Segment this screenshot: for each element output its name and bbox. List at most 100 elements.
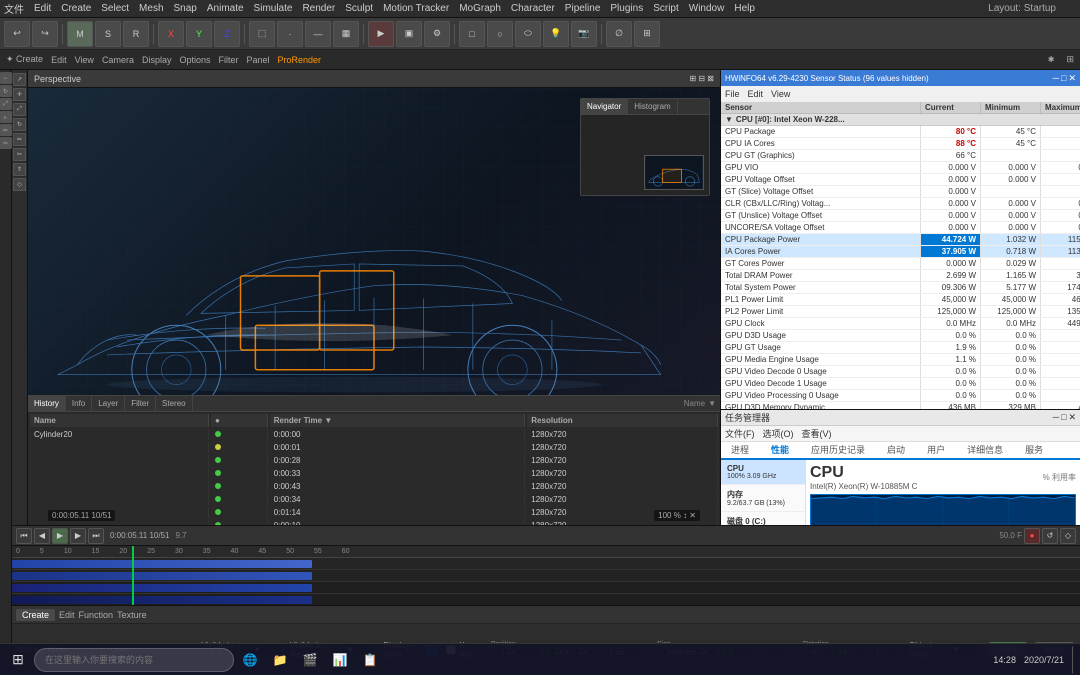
hwinfo-data-row[interactable]: GPU Video Decode 0 Usage 0.0 % 0.0 % 0.0… [721, 366, 1080, 378]
hwinfo-data-row[interactable]: CPU IA Cores 88 °C 45 °C 105 °C [721, 138, 1080, 150]
tm-memory-item[interactable]: 内存 9.2/63.7 GB (13%) [721, 485, 805, 512]
tool-scale[interactable]: ⤢ [13, 103, 26, 116]
hwinfo-data-row[interactable]: CPU Package Power 44.724 W 1.032 W 115.1… [721, 234, 1080, 246]
move-btn[interactable]: M [67, 21, 93, 47]
tm-tab-details[interactable]: 详细信息 [961, 441, 1009, 460]
history-row[interactable]: 0:01:14 1280x720 [30, 507, 718, 518]
null-btn[interactable]: ∅ [606, 21, 632, 47]
menu-mograph[interactable]: MoGraph [459, 3, 501, 14]
tool-paint[interactable]: ✏ [13, 133, 26, 146]
x-axis-btn[interactable]: X [158, 21, 184, 47]
cylinder-btn[interactable]: ⬭ [515, 21, 541, 47]
history-row[interactable]: 0:00:01 1280x720 [30, 442, 718, 453]
hwinfo-data-row[interactable]: GPU Clock 0.0 MHz 0.0 MHz 449.9 MHz [721, 318, 1080, 330]
tool-bevel[interactable]: ◇ [13, 178, 26, 191]
tm-minimize[interactable]: ─ [1053, 412, 1059, 423]
layer-tab[interactable]: Layer [92, 396, 125, 411]
render-region-btn[interactable]: ▣ [396, 21, 422, 47]
cube-btn[interactable]: □ [459, 21, 485, 47]
history-row[interactable]: 0:00:28 1280x720 [30, 455, 718, 466]
fullscreen-btn[interactable]: ⊞ [1066, 54, 1074, 65]
sphere-btn[interactable]: ○ [487, 21, 513, 47]
cpu-expand-icon[interactable]: ▼ [725, 115, 733, 124]
tm-menu-view[interactable]: 查看(V) [802, 427, 832, 440]
hwinfo-data-row[interactable]: CLR (CBx/LLC/Ring) Voltag... 0.000 V 0.0… [721, 198, 1080, 210]
hwinfo-data-row[interactable]: CPU Package 80 °C 45 °C 100 °C [721, 126, 1080, 138]
filter-tab[interactable]: Filter [125, 396, 156, 411]
scale-btn[interactable]: S [95, 21, 121, 47]
hwinfo-maximize[interactable]: □ [1061, 73, 1066, 84]
sidebar-rotate-icon[interactable]: ↻ [0, 85, 12, 97]
hwinfo-menu-edit[interactable]: Edit [748, 89, 764, 99]
hwinfo-data-row[interactable]: GPU D3D Usage 0.0 % 0.0 % 0.0 % [721, 330, 1080, 342]
sidebar-knife-icon[interactable]: ✂ [0, 137, 12, 149]
sidebar-scale-icon[interactable]: ⤢ [0, 98, 12, 110]
taskbar-search[interactable] [34, 648, 234, 672]
menu-simulate[interactable]: Simulate [254, 3, 293, 14]
taskbar-taskman-icon[interactable]: 📋 [356, 646, 384, 674]
hwinfo-data-row[interactable]: Total System Power 09.306 W 5.177 W 174.… [721, 282, 1080, 294]
create-tab[interactable]: Create [16, 609, 55, 621]
menu-script[interactable]: Script [653, 3, 679, 14]
menu-animate[interactable]: Animate [207, 3, 244, 14]
light-btn[interactable]: 💡 [543, 21, 569, 47]
sidebar-select-icon[interactable]: ▹ [0, 111, 12, 123]
render-settings-btn[interactable]: ⚙ [424, 21, 450, 47]
show-desktop-btn[interactable] [1072, 646, 1076, 674]
hwinfo-menu-view[interactable]: View [771, 89, 790, 99]
render-btn[interactable]: ▶ [368, 21, 394, 47]
select-btn[interactable]: ⬚ [249, 21, 275, 47]
play-back-btn[interactable]: ⏮ [16, 528, 32, 544]
tm-tab-processes[interactable]: 进程 [725, 441, 755, 460]
menu-edit[interactable]: Edit [34, 3, 51, 14]
panel-menu[interactable]: Panel [247, 55, 270, 65]
sidebar-brush-icon[interactable]: ✏ [0, 124, 12, 136]
menu-plugins[interactable]: Plugins [610, 3, 643, 14]
tm-menu-options[interactable]: 选项(O) [763, 427, 794, 440]
menu-character[interactable]: Character [511, 3, 555, 14]
hwinfo-close[interactable]: ✕ [1068, 73, 1076, 84]
navigator-tab[interactable]: Navigator [581, 99, 628, 114]
tm-close[interactable]: ✕ [1068, 412, 1076, 423]
options-menu[interactable]: Options [179, 55, 210, 65]
undo-btn[interactable]: ↩ [4, 21, 30, 47]
menu-mesh[interactable]: Mesh [139, 3, 163, 14]
hwinfo-data-row[interactable]: UNCORE/SA Voltage Offset 0.000 V 0.000 V… [721, 222, 1080, 234]
hwinfo-data-row[interactable]: PL2 Power Limit 125,000 W 125,000 W 135,… [721, 306, 1080, 318]
hwinfo-data-row[interactable]: Total DRAM Power 2.699 W 1.165 W 3.136 W [721, 270, 1080, 282]
hwinfo-minimize[interactable]: ─ [1053, 73, 1059, 84]
loop-btn[interactable]: ↺ [1042, 528, 1058, 544]
edit-menu-2[interactable]: Edit [51, 55, 67, 65]
menu-pipeline[interactable]: Pipeline [565, 3, 601, 14]
sidebar-move-icon[interactable]: ↔ [0, 72, 12, 84]
tm-tab-services[interactable]: 服务 [1019, 441, 1049, 460]
prev-frame-btn[interactable]: ◀ [34, 528, 50, 544]
hwinfo-data-row[interactable]: GT (Unslice) Voltage Offset 0.000 V 0.00… [721, 210, 1080, 222]
tool-extrude[interactable]: ⇑ [13, 163, 26, 176]
hwinfo-data-row[interactable]: GPU GT Usage 1.9 % 0.0 % 33.9 % [721, 342, 1080, 354]
menu-motion-tracker[interactable]: Motion Tracker [383, 3, 449, 14]
tm-tab-startup[interactable]: 启动 [881, 441, 911, 460]
hwinfo-data-row[interactable]: GT (Slice) Voltage Offset 0.000 V [721, 186, 1080, 198]
taskbar-explorer-icon[interactable]: 📁 [266, 646, 294, 674]
hwinfo-data-row[interactable]: GPU Video Processing 0 Usage 0.0 % 0.0 %… [721, 390, 1080, 402]
tm-cpu-item[interactable]: CPU 100% 3.09 GHz [721, 460, 805, 485]
z-axis-btn[interactable]: Z [214, 21, 240, 47]
tm-menu-file[interactable]: 文件(F) [725, 427, 755, 440]
next-frame-btn[interactable]: ▶ [70, 528, 86, 544]
group-btn[interactable]: ⊞ [634, 21, 660, 47]
menu-sculpt[interactable]: Sculpt [345, 3, 373, 14]
play-forward-btn[interactable]: ⏭ [88, 528, 104, 544]
view-menu-2[interactable]: View [75, 55, 94, 65]
history-filter-btn[interactable]: ▼ [708, 399, 716, 408]
menu-create[interactable]: Create [61, 3, 91, 14]
camera-btn[interactable]: 📷 [571, 21, 597, 47]
hwinfo-data-row[interactable]: PL1 Power Limit 45,000 W 45,000 W 46,000… [721, 294, 1080, 306]
point-btn[interactable]: · [277, 21, 303, 47]
hwinfo-data-row[interactable]: GT Cores Power 0.000 W 0.029 W 0.54 W [721, 258, 1080, 270]
hwinfo-data-row[interactable]: GPU Video Decode 1 Usage 0.0 % 0.0 % 0.0… [721, 378, 1080, 390]
histogram-tab[interactable]: Histogram [628, 99, 677, 114]
hwinfo-data-row[interactable]: CPU GT (Graphics) 66 °C [721, 150, 1080, 162]
viewport[interactable]: Perspective ⊞ ⊟ ⊠ [28, 70, 720, 525]
info-tab[interactable]: Info [66, 396, 92, 411]
